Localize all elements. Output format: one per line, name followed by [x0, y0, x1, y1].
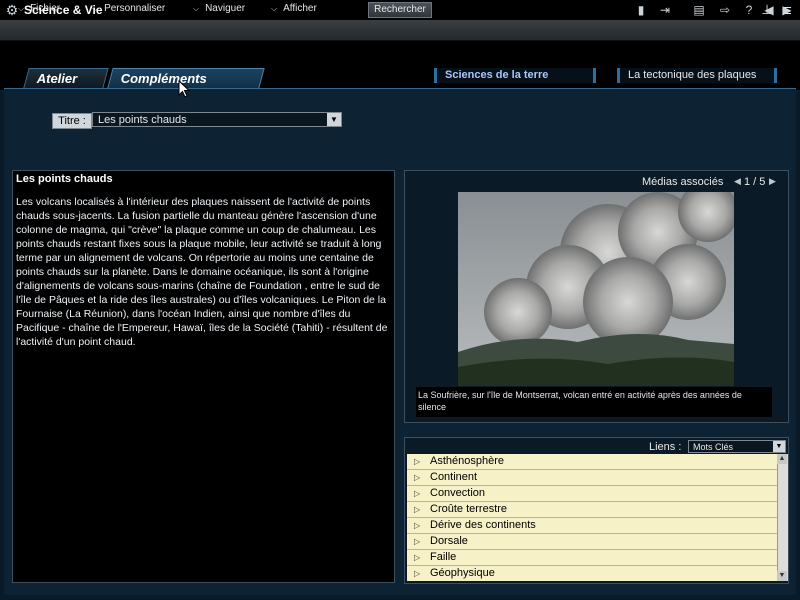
link-item[interactable]: ▷ Faille [407, 550, 777, 566]
expand-arrow-icon: ▷ [414, 473, 421, 482]
volcano-photo[interactable] [458, 192, 734, 386]
breadcrumb-sciences-de-la-terre[interactable]: Sciences de la terre [434, 68, 596, 83]
scroll-down-icon[interactable]: ▼ [777, 571, 787, 581]
media-label: Médias associés [642, 176, 724, 188]
link-item[interactable]: ▷ Dorsale [407, 534, 777, 550]
expand-arrow-icon: ▷ [414, 505, 421, 514]
breadcrumb-tectonique-des-plaques[interactable]: La tectonique des plaques [617, 68, 777, 83]
search-button[interactable]: Rechercher [368, 2, 432, 18]
chevron-down-icon: ⌵ [92, 4, 99, 13]
tab-atelier[interactable]: Atelier [23, 68, 109, 88]
media-caption: La Soufrière, sur l'île de Montserrat, v… [418, 390, 742, 412]
link-item[interactable]: ▷ Asthénosphère [407, 454, 777, 470]
titre-label: Titre : [52, 113, 92, 129]
print-icon[interactable]: ▤ [690, 2, 708, 18]
expand-arrow-icon: ▷ [414, 537, 421, 546]
dropdown-arrow-icon[interactable]: ▼ [773, 441, 785, 452]
export-icon[interactable]: ⇥ [656, 2, 674, 18]
expand-arrow-icon: ▷ [414, 553, 421, 562]
menu-personnaliser[interactable]: ⌵ Personnaliser [92, 3, 165, 14]
titre-value: Les points chauds [98, 114, 187, 126]
dropdown-arrow-icon[interactable]: ▼ [327, 113, 341, 126]
link-item[interactable]: ▷ Croûte terrestre [407, 502, 777, 518]
chevron-down-icon: ⌵ [271, 4, 278, 13]
menu-naviguer[interactable]: ⌵ Naviguer [193, 3, 245, 14]
liens-filter-value: Mots Clés [693, 442, 734, 452]
expand-arrow-icon: ▷ [414, 521, 421, 530]
media-counter: 1 / 5 [744, 176, 766, 188]
help-icon[interactable]: ? [740, 2, 758, 18]
links-scrollbar[interactable] [777, 454, 788, 581]
expand-arrow-icon: ▷ [414, 489, 421, 498]
liens-label: Liens : [649, 441, 682, 453]
menu-bar [0, 20, 800, 41]
exit-icon[interactable]: ⇨ [716, 2, 734, 18]
link-item[interactable]: ▷ Continent [407, 470, 777, 486]
mouse-cursor-icon [178, 80, 190, 98]
expand-arrow-icon: ▷ [414, 457, 421, 466]
menu-fichier[interactable]: ⌵ Fichier [18, 3, 60, 14]
back-icon[interactable]: ◀ [760, 2, 778, 18]
link-item[interactable]: ▷ Dérive des continents [407, 518, 777, 534]
titre-dropdown[interactable]: Les points chauds ▼ [92, 112, 342, 127]
link-item[interactable]: ▷ Géophysique [407, 566, 777, 581]
media-next-icon[interactable]: ▶ [769, 176, 776, 187]
bookmark-icon[interactable]: ▮ [632, 2, 650, 18]
liens-filter-dropdown[interactable]: Mots Clés ▼ [688, 440, 786, 453]
media-prev-icon[interactable]: ◀ [734, 176, 741, 187]
expand-arrow-icon: ▷ [414, 569, 421, 578]
forward-icon[interactable]: ▶ [778, 2, 796, 18]
link-item[interactable]: ▷ Convection [407, 486, 777, 502]
article-body: Les volcans localisés à l'intérieur des … [16, 196, 388, 348]
menu-afficher[interactable]: ⌵ Afficher [271, 3, 317, 14]
chevron-down-icon: ⌵ [193, 4, 200, 13]
chevron-down-icon: ⌵ [18, 4, 25, 13]
links-list: ▷ Asthénosphère ▷ Continent ▷ Convection ▷ C… [407, 454, 777, 581]
scroll-up-icon[interactable]: ▲ [777, 454, 787, 464]
article-title: Les points chauds [16, 173, 113, 185]
